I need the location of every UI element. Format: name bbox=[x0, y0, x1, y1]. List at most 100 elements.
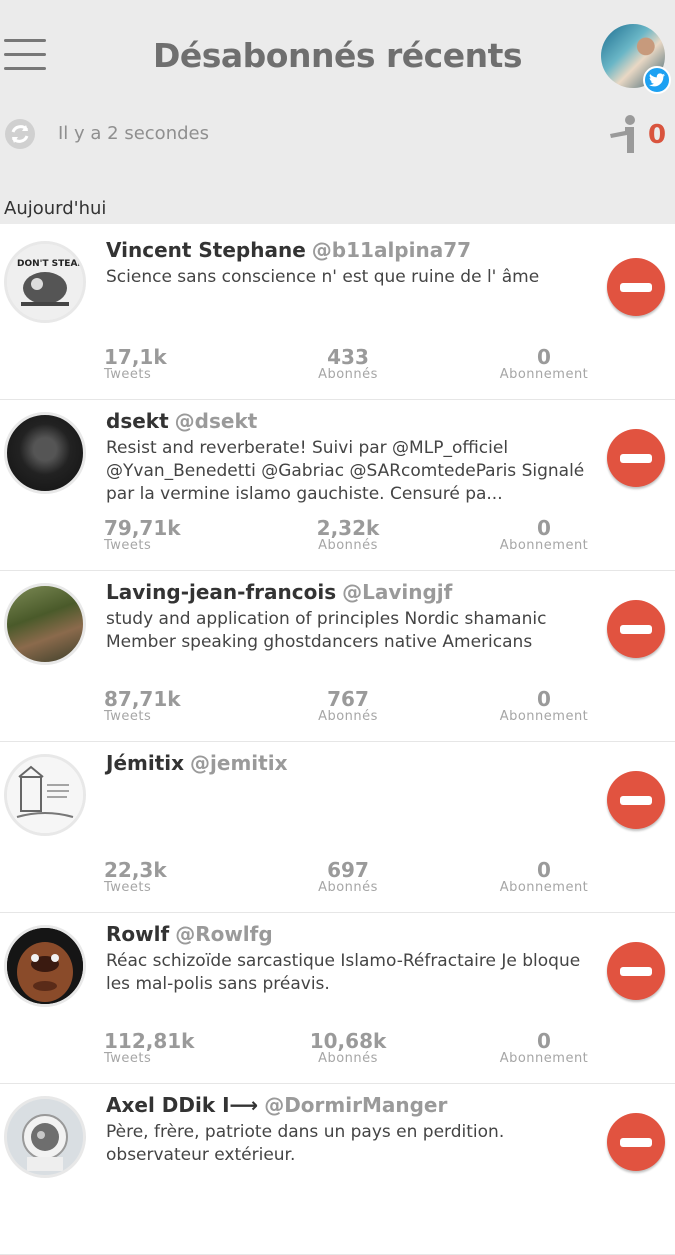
tweets-label: Tweets bbox=[104, 367, 152, 382]
stat-following: 0 Abonnement bbox=[494, 687, 594, 724]
followers-count: 2,32k bbox=[316, 516, 380, 540]
stat-followers: 767 Abonnés bbox=[298, 687, 398, 724]
list-item[interactable]: Jémitix @jemitix 22,3k Tweets 697 Abonnés… bbox=[0, 742, 675, 913]
user-name-line: Axel DDik I⟶ @DormirManger bbox=[106, 1093, 447, 1117]
remove-button[interactable] bbox=[607, 1113, 665, 1171]
following-label: Abonnement bbox=[499, 880, 589, 895]
remove-button[interactable] bbox=[607, 600, 665, 658]
minus-icon bbox=[620, 796, 652, 805]
stat-following: 0 Abonnement bbox=[494, 1029, 594, 1066]
followers-count: 10,68k bbox=[309, 1029, 387, 1053]
stat-tweets: 79,71k Tweets bbox=[104, 516, 181, 553]
following-label: Abonnement bbox=[499, 367, 589, 382]
following-label: Abonnement bbox=[499, 709, 589, 724]
stat-tweets: 22,3k Tweets bbox=[104, 858, 167, 895]
list-item[interactable]: DON'T STEAL Vincent Stephane @b11alpina77… bbox=[0, 229, 675, 400]
followers-label: Abonnés bbox=[318, 367, 378, 382]
following-label: Abonnement bbox=[499, 1051, 589, 1066]
user-handle[interactable]: @dsekt bbox=[175, 409, 258, 433]
user-handle[interactable]: @Lavingjf bbox=[342, 580, 452, 604]
user-handle[interactable]: @b11alpina77 bbox=[312, 238, 471, 262]
tweets-label: Tweets bbox=[104, 880, 152, 895]
user-name[interactable]: Axel DDik I⟶ bbox=[106, 1093, 258, 1117]
following-count: 0 bbox=[537, 516, 551, 540]
list-item[interactable]: Laving-jean-francois @Lavingjf study and … bbox=[0, 571, 675, 742]
user-name[interactable]: dsekt bbox=[106, 409, 169, 433]
stat-following: 0 Abonnement bbox=[494, 516, 594, 553]
remove-button[interactable] bbox=[607, 771, 665, 829]
user-name[interactable]: Vincent Stephane bbox=[106, 238, 306, 262]
stat-followers: 433 Abonnés bbox=[298, 345, 398, 382]
minus-icon bbox=[620, 1138, 652, 1147]
following-count: 0 bbox=[537, 345, 551, 369]
tweets-count: 87,71k bbox=[104, 687, 181, 711]
following-count: 0 bbox=[537, 1029, 551, 1053]
followers-label: Abonnés bbox=[318, 538, 378, 553]
remove-button[interactable] bbox=[607, 429, 665, 487]
avatar[interactable] bbox=[4, 412, 86, 494]
user-bio: Science sans conscience n' est que ruine… bbox=[106, 267, 540, 287]
list-item[interactable]: Axel DDik I⟶ @DormirManger Père, frère, p… bbox=[0, 1084, 675, 1255]
stat-followers: 10,68k Abonnés bbox=[298, 1029, 398, 1066]
remove-button[interactable] bbox=[607, 942, 665, 1000]
minus-icon bbox=[620, 283, 652, 292]
unfollowers-list: DON'T STEAL Vincent Stephane @b11alpina77… bbox=[0, 229, 675, 1255]
tweets-count: 79,71k bbox=[104, 516, 181, 540]
avatar[interactable] bbox=[4, 583, 86, 665]
followers-count: 697 bbox=[327, 858, 369, 882]
user-bio: Resist and reverberate! Suivi par @MLP_o… bbox=[106, 438, 585, 504]
minus-icon bbox=[620, 967, 652, 976]
refresh-icon[interactable] bbox=[4, 118, 36, 150]
minus-icon bbox=[620, 625, 652, 634]
unfollower-icon bbox=[605, 114, 643, 154]
tweets-count: 22,3k bbox=[104, 858, 167, 882]
stat-tweets: 17,1k Tweets bbox=[104, 345, 167, 382]
avatar[interactable] bbox=[4, 1096, 86, 1178]
followers-label: Abonnés bbox=[318, 709, 378, 724]
following-label: Abonnement bbox=[499, 538, 589, 553]
user-name[interactable]: Rowlf bbox=[106, 922, 169, 946]
followers-label: Abonnés bbox=[318, 1051, 378, 1066]
page-title: Désabonnés récents bbox=[153, 36, 523, 75]
list-item[interactable]: dsekt @dsekt Resist and reverberate! Suiv… bbox=[0, 400, 675, 571]
tweets-label: Tweets bbox=[104, 1051, 152, 1066]
followers-label: Abonnés bbox=[318, 880, 378, 895]
top-header: Désabonnés récents Il y a 2 secondes 0 A… bbox=[0, 0, 675, 224]
following-count: 0 bbox=[537, 858, 551, 882]
tweets-count: 112,81k bbox=[104, 1029, 195, 1053]
tweets-label: Tweets bbox=[104, 538, 152, 553]
stat-followers: 2,32k Abonnés bbox=[298, 516, 398, 553]
avatar[interactable]: DON'T STEAL bbox=[4, 241, 86, 323]
minus-icon bbox=[620, 454, 652, 463]
stat-following: 0 Abonnement bbox=[494, 345, 594, 382]
twitter-icon bbox=[643, 66, 671, 94]
followers-count: 433 bbox=[327, 345, 369, 369]
user-name[interactable]: Jémitix bbox=[106, 751, 184, 775]
list-item[interactable]: Rowlf @Rowlfg Réac schizoïde sarcastique … bbox=[0, 913, 675, 1084]
remove-button[interactable] bbox=[607, 258, 665, 316]
user-name-line: Jémitix @jemitix bbox=[106, 751, 287, 775]
user-name[interactable]: Laving-jean-francois bbox=[106, 580, 336, 604]
user-bio: Père, frère, patriote dans un pays en pe… bbox=[106, 1122, 505, 1165]
last-refresh-time: Il y a 2 secondes bbox=[58, 123, 209, 144]
stat-tweets: 87,71k Tweets bbox=[104, 687, 181, 724]
stat-tweets: 112,81k Tweets bbox=[104, 1029, 194, 1066]
stat-following: 0 Abonnement bbox=[494, 858, 594, 895]
user-name-line: Vincent Stephane @b11alpina77 bbox=[106, 238, 471, 262]
tweets-count: 17,1k bbox=[104, 345, 167, 369]
user-bio: study and application of principles Nord… bbox=[106, 609, 547, 652]
user-handle[interactable]: @DormirManger bbox=[264, 1093, 447, 1117]
section-header-today: Aujourd'hui bbox=[4, 198, 107, 219]
user-name-line: Laving-jean-francois @Lavingjf bbox=[106, 580, 452, 604]
user-name-line: dsekt @dsekt bbox=[106, 409, 257, 433]
tweets-label: Tweets bbox=[104, 709, 152, 724]
user-bio: Réac schizoïde sarcastique Islamo-Réfrac… bbox=[106, 951, 581, 994]
unfollow-count: 0 bbox=[648, 120, 667, 150]
stat-followers: 697 Abonnés bbox=[298, 858, 398, 895]
avatar[interactable] bbox=[4, 754, 86, 836]
user-handle[interactable]: @jemitix bbox=[190, 751, 287, 775]
user-handle[interactable]: @Rowlfg bbox=[175, 922, 273, 946]
svg-text:DON'T STEAL: DON'T STEAL bbox=[17, 259, 83, 269]
followers-count: 767 bbox=[327, 687, 369, 711]
avatar[interactable] bbox=[4, 925, 86, 1007]
